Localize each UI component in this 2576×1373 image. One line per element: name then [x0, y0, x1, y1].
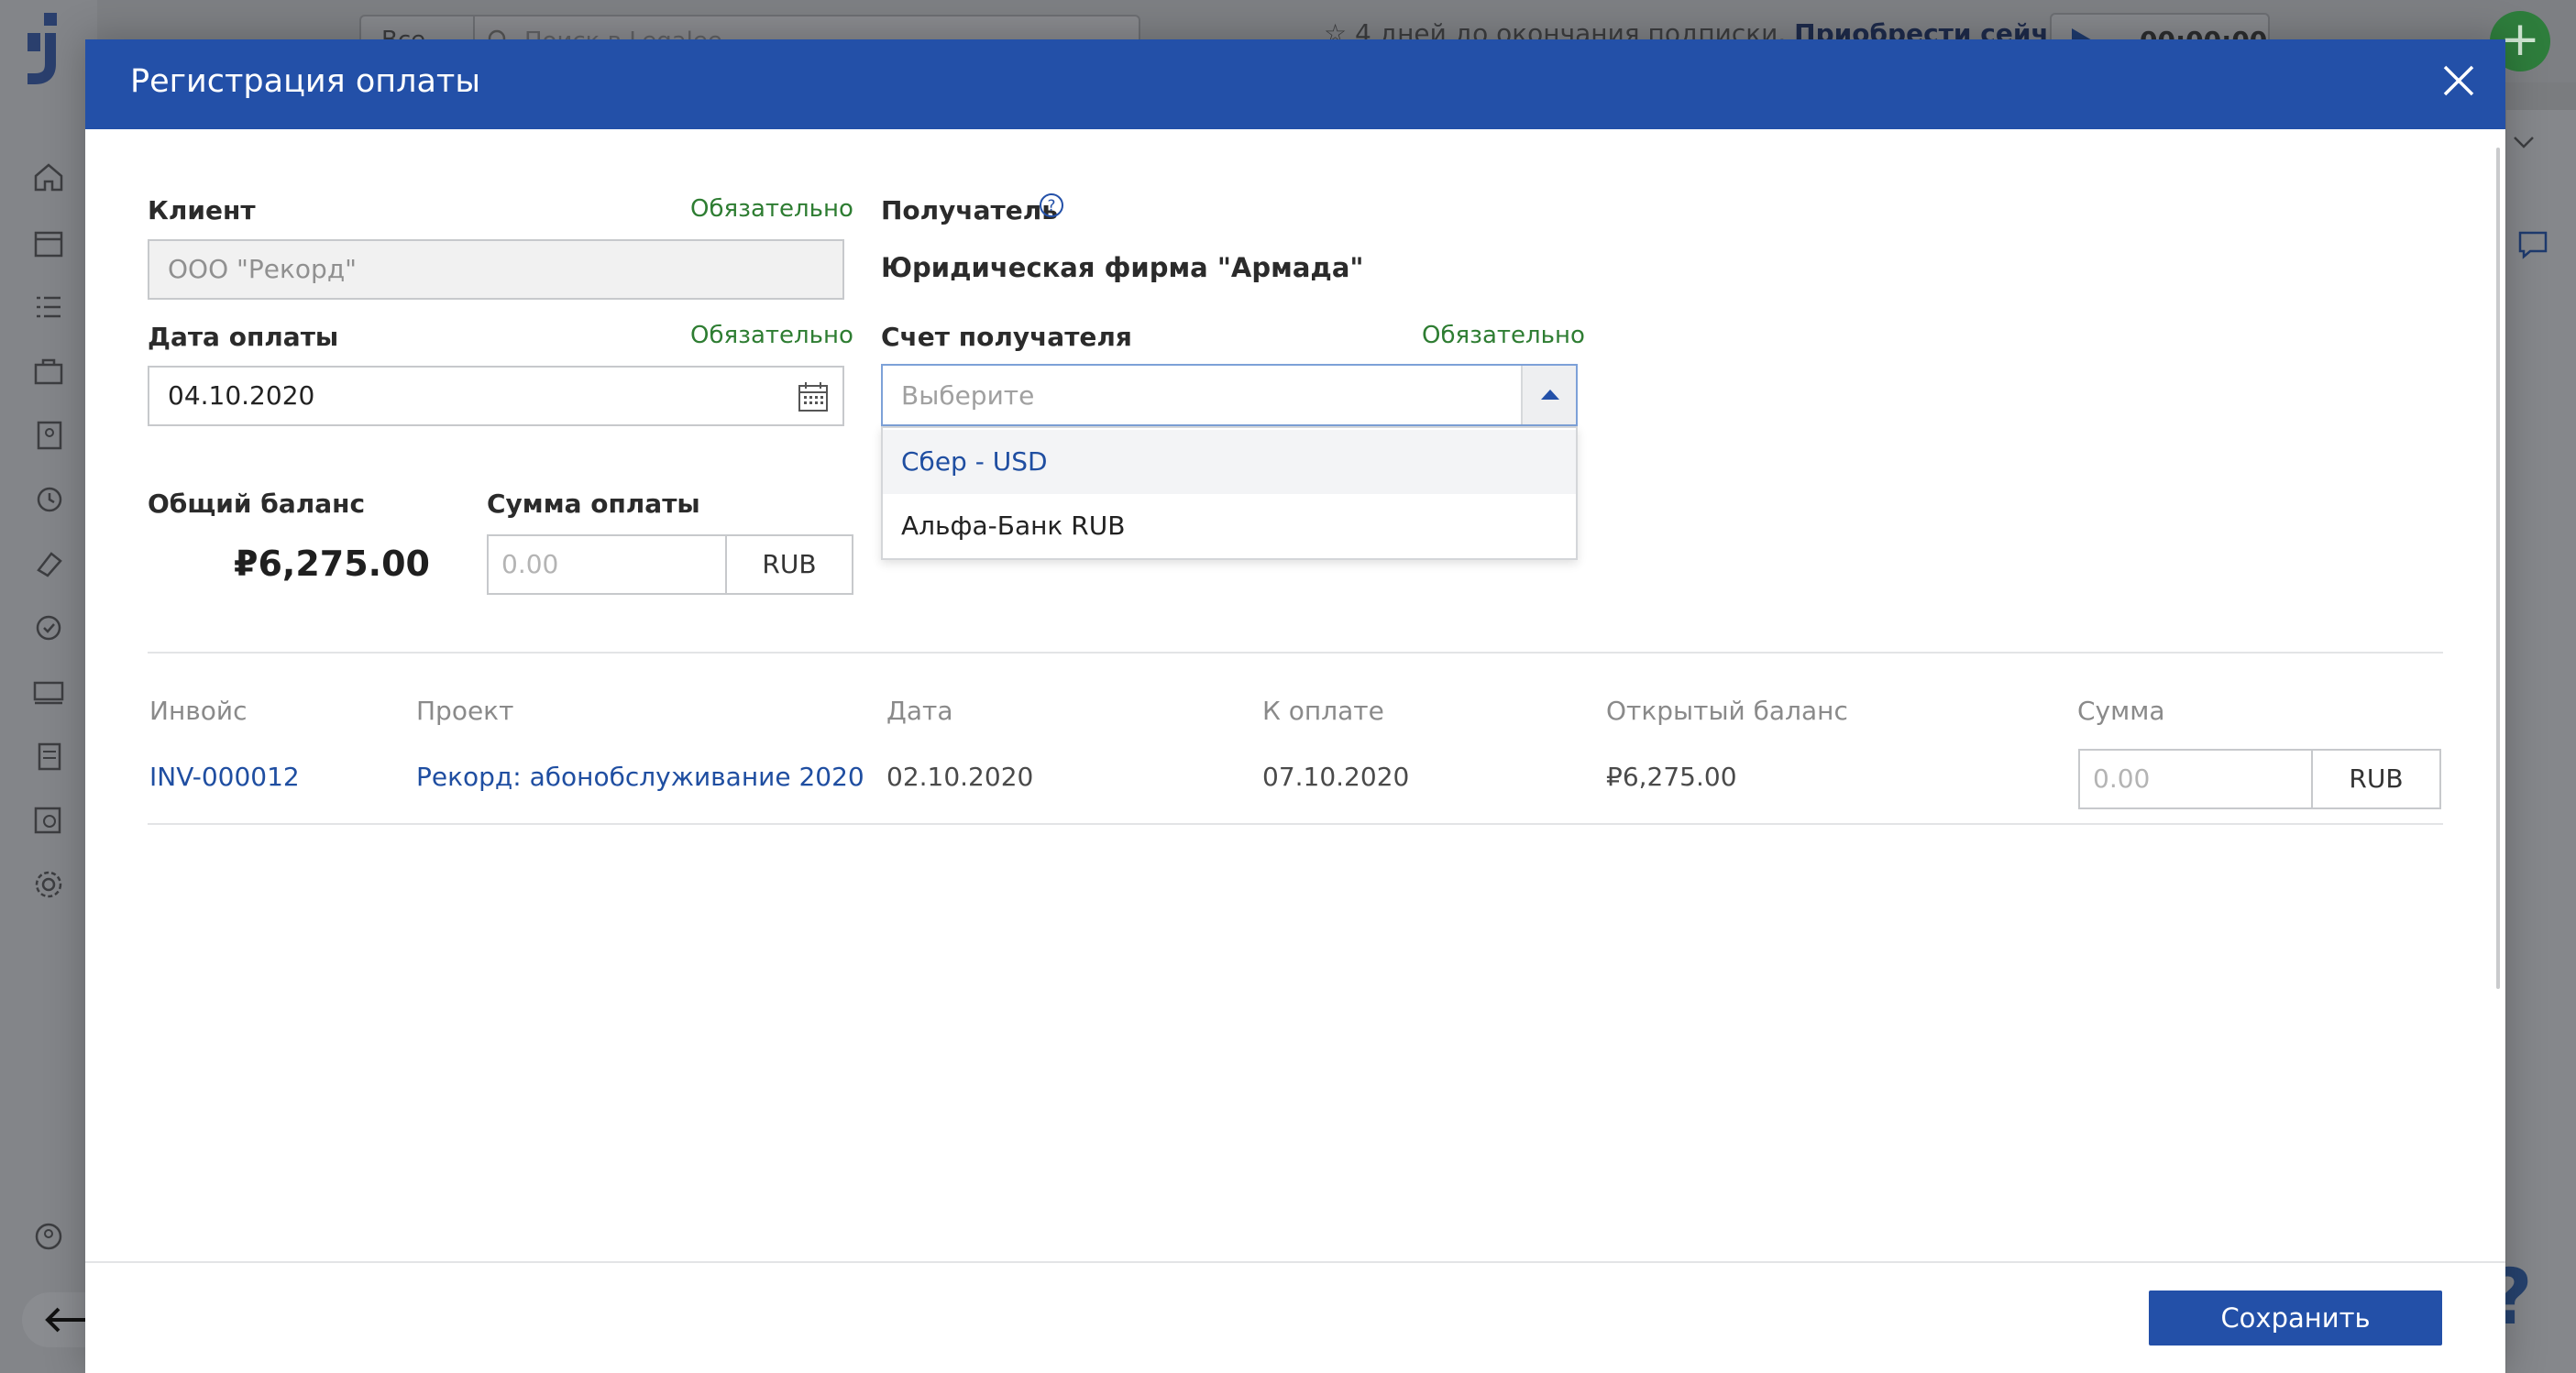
select-toggle[interactable] — [1521, 366, 1576, 424]
recipient-account-label: Счет получателя — [881, 322, 1132, 352]
contacts-icon[interactable] — [31, 418, 66, 453]
payments-icon[interactable] — [31, 675, 66, 709]
profile-icon[interactable] — [31, 1219, 66, 1254]
column-header-date: Дата — [886, 696, 953, 726]
table-bottom-divider — [148, 823, 2443, 825]
recipient-value: Юридическая фирма "Армада" — [881, 252, 1364, 283]
payment-currency-button[interactable]: RUB — [725, 534, 853, 595]
recipient-account-dropdown: Сбер - USD Альфа-Банк RUB — [881, 426, 1578, 560]
billing-icon[interactable] — [31, 610, 66, 645]
payment-date-input[interactable]: 04.10.2020 — [148, 366, 844, 426]
modal-header: Регистрация оплаты — [85, 39, 2505, 129]
recipient-account-required: Обязательно — [1422, 322, 1585, 349]
recipient-account-select[interactable]: Выберите — [881, 364, 1578, 426]
home-icon[interactable] — [31, 159, 66, 194]
settings-icon[interactable] — [31, 867, 66, 902]
time-history-icon[interactable] — [31, 482, 66, 517]
payment-date-label: Дата оплаты — [148, 322, 339, 352]
client-field: ООО "Рекорд" — [148, 239, 844, 300]
client-required: Обязательно — [690, 195, 853, 223]
dropdown-option-alfa-rub[interactable]: Альфа-Банк RUB — [883, 494, 1576, 558]
chevron-down-icon[interactable] — [2510, 128, 2537, 156]
section-divider — [148, 652, 2443, 654]
row-currency-button[interactable]: RUB — [2311, 749, 2441, 809]
open-balance: ₽6,275.00 — [1606, 762, 1737, 792]
column-header-open-balance: Открытый баланс — [1606, 696, 1848, 726]
footer-divider — [85, 1261, 2505, 1263]
app-sidebar — [0, 0, 97, 1373]
close-button[interactable] — [2439, 61, 2478, 100]
project-link[interactable]: Рекорд: абонобслуживание 2020 — [416, 762, 864, 792]
recipient-label: Получатель — [881, 195, 1058, 225]
column-header-amount: Сумма — [2077, 696, 2165, 726]
modal-title: Регистрация оплаты — [130, 63, 480, 100]
help-circle-icon[interactable]: ? — [1038, 192, 1065, 219]
arrow-left-icon — [45, 1307, 86, 1333]
svg-text:?: ? — [1047, 197, 1055, 215]
calendar-icon[interactable] — [797, 380, 830, 413]
row-amount-input[interactable]: 0.00 — [2078, 749, 2313, 809]
right-side-panel — [2506, 110, 2576, 1373]
payment-registration-modal: Регистрация оплаты Клиент Обязательно ОО… — [85, 39, 2505, 1373]
modal-scrollbar[interactable] — [2496, 148, 2500, 989]
column-header-project: Проект — [416, 696, 514, 726]
payment-amount-label: Сумма оплаты — [487, 489, 700, 519]
invoice-link[interactable]: INV-000012 — [149, 762, 300, 792]
caret-up-icon — [1541, 390, 1559, 400]
payment-amount-input[interactable]: 0.00 — [487, 534, 727, 595]
dropdown-option-sber-usd[interactable]: Сбер - USD — [883, 430, 1576, 494]
tasks-icon[interactable] — [31, 290, 66, 324]
reports-icon[interactable] — [31, 803, 66, 838]
close-icon — [2443, 65, 2474, 96]
total-balance-label: Общий баланс — [148, 489, 366, 519]
documents-icon[interactable] — [31, 739, 66, 774]
payment-date-required: Обязательно — [690, 322, 853, 349]
cases-icon[interactable] — [31, 354, 66, 389]
app-logo — [28, 13, 57, 84]
chat-icon[interactable] — [2515, 227, 2550, 262]
client-label: Клиент — [148, 195, 256, 225]
column-header-due: К оплате — [1262, 696, 1384, 726]
due-date: 07.10.2020 — [1262, 762, 1410, 792]
invoice-date: 02.10.2020 — [886, 762, 1034, 792]
total-balance-value: ₽6,275.00 — [234, 544, 430, 584]
column-header-invoice: Инвойс — [149, 696, 248, 726]
expenses-icon[interactable] — [31, 546, 66, 581]
calendar-icon[interactable] — [31, 225, 66, 260]
save-button[interactable]: Сохранить — [2149, 1291, 2442, 1346]
